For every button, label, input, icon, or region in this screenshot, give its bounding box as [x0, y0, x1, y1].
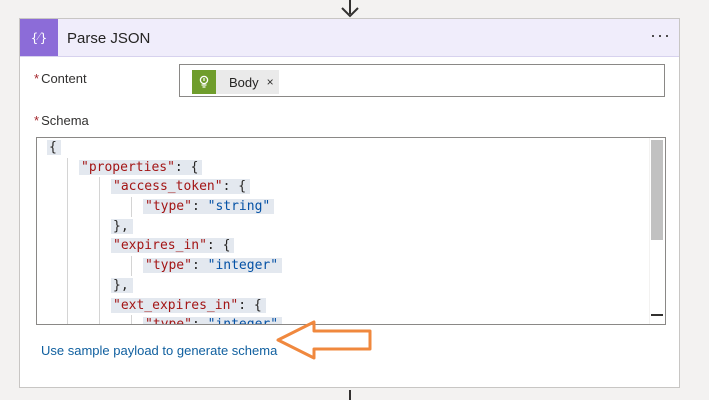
code-line: "access_token": {	[37, 177, 649, 198]
indent-guide	[131, 256, 132, 276]
json-punctuation: :	[191, 199, 208, 215]
indent-guide	[67, 275, 68, 296]
scrollbar[interactable]	[649, 138, 665, 324]
indent-guide	[67, 157, 68, 178]
code-text: },	[111, 218, 133, 234]
json-key: "type"	[145, 199, 192, 215]
content-label: * Content	[34, 71, 87, 86]
json-string: "string"	[207, 199, 271, 215]
content-label-text: Content	[41, 71, 87, 86]
json-key: "properties"	[81, 159, 175, 175]
indent-guide	[99, 236, 100, 257]
required-marker: *	[34, 113, 40, 128]
code-line: "type": "integer"	[37, 256, 649, 276]
code-text: "type": "integer"	[143, 258, 283, 274]
json-punctuation: :	[192, 317, 208, 324]
indent-guide	[99, 315, 100, 324]
code-line: },	[37, 216, 649, 237]
indent-guide	[67, 295, 68, 316]
flow-arrow-down-icon	[341, 7, 359, 18]
json-punctuation: : {	[222, 179, 247, 195]
action-header[interactable]: {⁄} Parse JSON ···	[20, 19, 679, 57]
json-key: "type"	[145, 258, 192, 274]
code-line: },	[37, 275, 649, 296]
code-text: "expires_in": {	[111, 238, 235, 254]
json-string: "integer"	[207, 258, 279, 274]
parse-json-icon: {⁄}	[20, 19, 58, 56]
code-text: "properties": {	[79, 159, 203, 175]
token-label: Body	[229, 74, 259, 90]
indent-guide	[67, 197, 68, 217]
indent-guide	[99, 177, 100, 198]
json-punctuation: },	[113, 218, 129, 234]
code-line: "properties": {	[37, 157, 649, 178]
json-punctuation: : {	[206, 238, 231, 254]
generate-schema-link[interactable]: Use sample payload to generate schema	[41, 343, 277, 358]
scroll-position-mark	[651, 314, 663, 316]
indent-guide	[131, 315, 132, 324]
json-punctuation: {	[49, 140, 57, 155]
indent-guide	[99, 256, 100, 276]
schema-code[interactable]: {"properties": {"access_token": {"type":…	[37, 138, 649, 324]
indent-guide	[67, 256, 68, 276]
left-arrow-callout-icon	[276, 320, 372, 360]
indent-guide	[99, 216, 100, 237]
code-text: },	[111, 277, 133, 293]
remove-token-icon[interactable]: ×	[267, 75, 274, 89]
json-key: "access_token"	[113, 179, 223, 195]
json-punctuation: :	[191, 258, 208, 274]
content-input[interactable]: Body ×	[179, 64, 665, 97]
indent-guide	[67, 315, 68, 324]
json-key: "type"	[145, 317, 192, 324]
code-line: "expires_in": {	[37, 236, 649, 257]
indent-guide	[67, 236, 68, 257]
indent-guide	[99, 197, 100, 217]
json-punctuation: : {	[174, 159, 199, 175]
body-token[interactable]: Body ×	[192, 70, 279, 94]
schema-editor[interactable]: {"properties": {"access_token": {"type":…	[36, 137, 666, 325]
json-string: "integer"	[208, 317, 278, 324]
json-key: "ext_expires_in"	[113, 297, 239, 313]
code-line: "type": "string"	[37, 197, 649, 217]
more-options-button[interactable]: ···	[650, 25, 671, 46]
json-punctuation: },	[113, 277, 129, 293]
code-text: "type": "integer"	[143, 317, 283, 324]
required-marker: *	[34, 71, 40, 86]
indent-guide	[131, 197, 132, 217]
schema-label: * Schema	[34, 113, 89, 128]
indent-guide	[67, 177, 68, 198]
action-title: Parse JSON	[67, 30, 151, 47]
code-line: {	[37, 138, 649, 158]
code-text: "type": "string"	[143, 199, 275, 215]
trigger-icon	[192, 70, 216, 94]
code-text: "ext_expires_in": {	[111, 297, 266, 313]
indent-guide	[99, 275, 100, 296]
flow-connector-bottom	[349, 390, 351, 400]
code-text: "access_token": {	[111, 179, 251, 195]
schema-label-text: Schema	[41, 113, 89, 128]
scrollbar-thumb[interactable]	[651, 140, 663, 240]
json-key: "expires_in"	[113, 238, 207, 254]
indent-guide	[99, 295, 100, 316]
indent-guide	[67, 216, 68, 237]
json-punctuation: : {	[238, 297, 262, 313]
code-text: {	[47, 140, 61, 155]
